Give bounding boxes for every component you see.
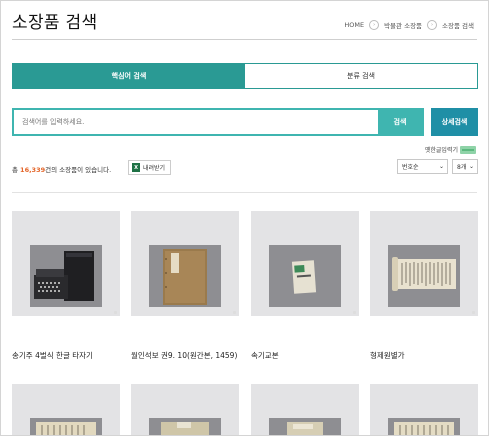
sort-select[interactable]: 번호순 ⌄	[397, 159, 448, 174]
chevron-right-icon: ›	[369, 20, 380, 30]
collection-item[interactable]: 월인석보 권9. 10(원간본, 1459)	[131, 211, 239, 361]
tab-category-search[interactable]: 분류 검색	[245, 64, 477, 88]
breadcrumb: HOME › 박물관 소장품 › 소장품 검색	[344, 20, 474, 30]
item-title[interactable]: 월인석보 권9. 10(원간본, 1459)	[131, 350, 239, 361]
manuscript-image	[12, 384, 120, 435]
result-count-suffix: 건의 소장품이 있습니다.	[45, 166, 112, 174]
collection-item-image[interactable]	[131, 384, 239, 435]
search-bar: 검색	[12, 108, 424, 136]
chevron-down-icon: ⌄	[468, 163, 474, 170]
page-title: 소장품 검색	[12, 13, 98, 33]
document-image	[251, 384, 359, 435]
result-count-prefix: 총	[12, 166, 21, 174]
download-label: 내려받기	[143, 165, 166, 172]
zoom-icon	[114, 311, 117, 314]
collection-item-image[interactable]	[12, 384, 120, 435]
collection-item-image[interactable]	[370, 384, 478, 435]
old-hangul-input-link[interactable]: 옛한글입력기	[425, 145, 476, 154]
excel-icon: X	[132, 163, 140, 172]
chevron-down-icon: ⌄	[438, 163, 444, 170]
item-title[interactable]: 송기주 4벌식 한글 타자기	[12, 350, 120, 361]
page-frame: 소장품 검색 HOME › 박물관 소장품 › 소장품 검색 핵심어 검색 분류…	[0, 0, 489, 436]
search-tabs: 핵심어 검색 분류 검색	[12, 63, 478, 89]
item-title[interactable]: 형제원별가	[370, 350, 478, 361]
per-page-select[interactable]: 8개 ⌄	[452, 159, 478, 174]
item-image[interactable]	[131, 211, 239, 316]
search-input[interactable]	[14, 110, 378, 134]
scroll-manuscript-image	[370, 211, 478, 316]
collection-item[interactable]: 형제원별가	[370, 211, 478, 361]
collection-item-image[interactable]	[251, 384, 359, 435]
zoom-icon	[472, 311, 475, 314]
item-image[interactable]	[370, 211, 478, 316]
zoom-icon	[233, 311, 236, 314]
title-divider	[12, 39, 477, 40]
zoom-icon	[353, 311, 356, 314]
item-title[interactable]: 속기교본	[251, 350, 359, 361]
tab-keyword-search[interactable]: 핵심어 검색	[13, 64, 245, 88]
item-image[interactable]	[12, 211, 120, 316]
result-count: 총 16,339건의 소장품이 있습니다.	[12, 164, 111, 174]
breadcrumb-home[interactable]: HOME	[344, 21, 364, 29]
search-button[interactable]: 검색	[378, 110, 422, 134]
book-image	[131, 211, 239, 316]
old-hangul-input-label: 옛한글입력기	[424, 147, 458, 154]
booklet-image	[251, 211, 359, 316]
keyboard-icon	[460, 145, 476, 154]
collection-item[interactable]: 속기교본	[251, 211, 359, 361]
document-image	[131, 384, 239, 435]
breadcrumb-museum-collection[interactable]: 박물관 소장품	[384, 20, 422, 30]
manuscript-image	[370, 384, 478, 435]
typewriter-image	[12, 211, 120, 316]
collection-item[interactable]: 송기주 4벌식 한글 타자기	[12, 211, 120, 361]
breadcrumb-collection-search[interactable]: 소장품 검색	[442, 20, 474, 30]
chevron-right-icon: ›	[427, 20, 438, 30]
sort-select-value: 번호순	[402, 164, 419, 171]
advanced-search-button[interactable]: 상세검색	[431, 108, 478, 136]
download-button[interactable]: X 내려받기	[128, 160, 172, 175]
per-page-select-value: 8개	[457, 164, 467, 171]
result-count-number: 16,339	[20, 166, 46, 174]
results-divider	[12, 192, 477, 193]
item-image[interactable]	[251, 211, 359, 316]
